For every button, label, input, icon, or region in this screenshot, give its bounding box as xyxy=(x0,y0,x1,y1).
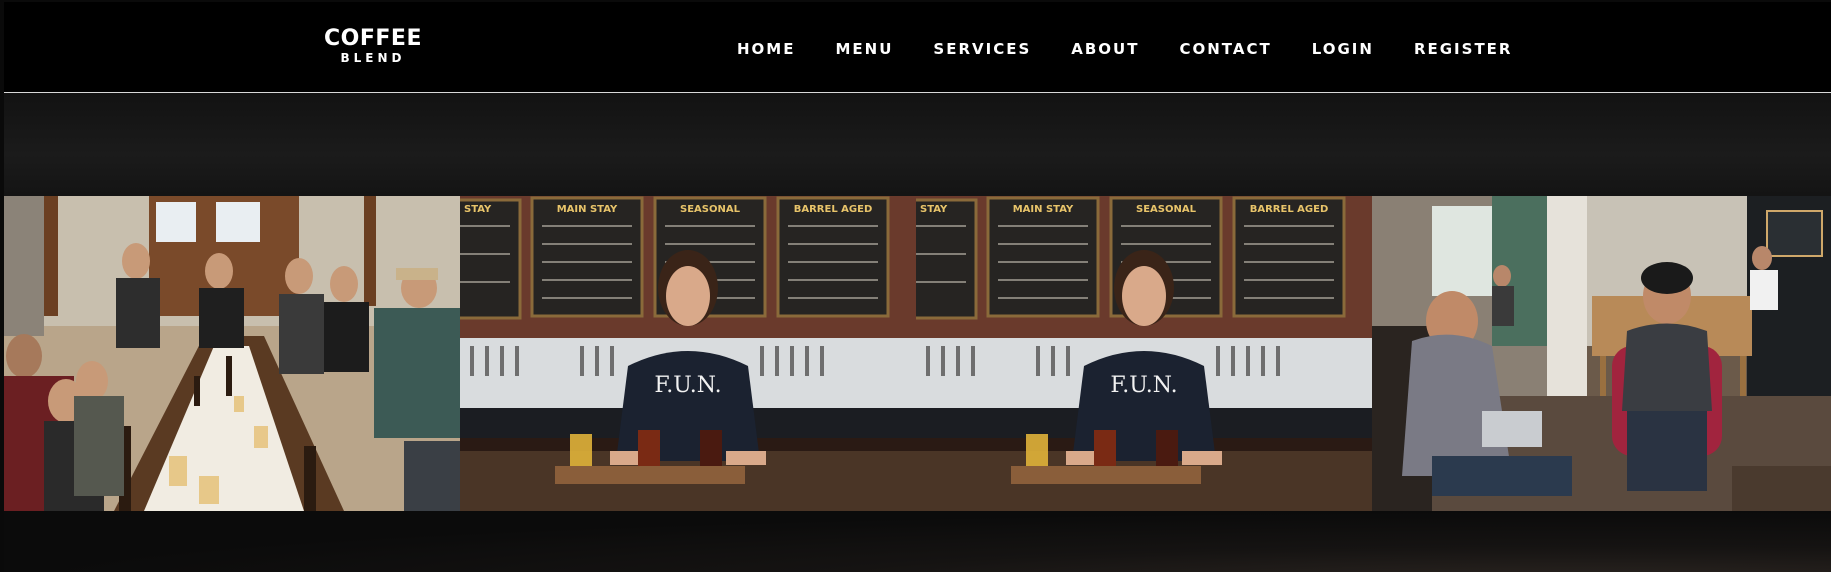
hero-texture-band xyxy=(4,93,1831,196)
nav-contact[interactable]: CONTACT xyxy=(1179,40,1271,58)
photo-gallery: MAIN STAY SEASONAL BARREL AGED STAY F.U.… xyxy=(4,196,1831,511)
shirt-text: F.U.N. xyxy=(1110,373,1177,398)
bartender-image: MAIN STAY SEASONAL BARREL AGED STAY F.U.… xyxy=(460,196,916,511)
bottom-coffee-band xyxy=(4,511,1831,572)
gallery-photo-bartender-1[interactable]: MAIN STAY SEASONAL BARREL AGED STAY F.U.… xyxy=(460,196,916,511)
nav-menu[interactable]: MENU xyxy=(835,40,893,58)
brand-name-main: COFFEE xyxy=(324,26,422,51)
sign-stay: STAY xyxy=(920,204,948,215)
gallery-photo-bartender-2[interactable]: MAIN STAY SEASONAL BARREL AGED STAY F.U.… xyxy=(916,196,1372,511)
sign-stay: STAY xyxy=(464,204,492,215)
main-nav: HOME MENU SERVICES ABOUT CONTACT LOGIN R… xyxy=(737,40,1552,58)
nav-about[interactable]: ABOUT xyxy=(1071,40,1139,58)
nav-register[interactable]: REGISTER xyxy=(1414,40,1513,58)
sign-seasonal: SEASONAL xyxy=(680,204,741,215)
nav-home[interactable]: HOME xyxy=(737,40,795,58)
sign-barrel-aged: BARREL AGED xyxy=(1250,204,1329,215)
gallery-photo-cafe-laptop[interactable] xyxy=(1372,196,1831,511)
brand-logo[interactable]: COFFEE BLEND xyxy=(324,26,422,66)
shirt-text: F.U.N. xyxy=(654,373,721,398)
gallery-photo-group-tasting[interactable] xyxy=(4,196,460,511)
page: COFFEE BLEND HOME MENU SERVICES ABOUT CO… xyxy=(0,0,1831,572)
cafe-laptop-image xyxy=(1372,196,1831,511)
sign-main-stay: MAIN STAY xyxy=(1013,204,1074,215)
brand-name-sub: BLEND xyxy=(340,51,406,65)
nav-services[interactable]: SERVICES xyxy=(933,40,1031,58)
sign-seasonal: SEASONAL xyxy=(1136,204,1197,215)
bartender-image: MAIN STAY SEASONAL BARREL AGED STAY F.U.… xyxy=(916,196,1372,511)
sign-barrel-aged: BARREL AGED xyxy=(794,204,873,215)
sign-main-stay: MAIN STAY xyxy=(557,204,618,215)
nav-login[interactable]: LOGIN xyxy=(1312,40,1374,58)
group-tasting-image xyxy=(4,196,460,511)
site-header: COFFEE BLEND HOME MENU SERVICES ABOUT CO… xyxy=(4,2,1831,93)
